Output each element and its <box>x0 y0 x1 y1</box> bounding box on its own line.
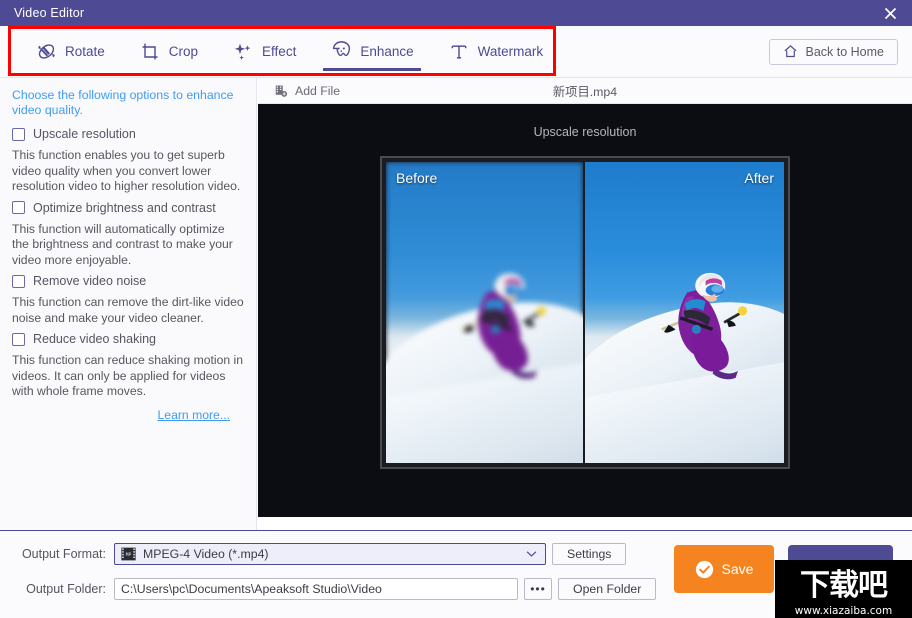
tab-crop-label: Crop <box>169 44 198 59</box>
learn-more-container: Learn more... <box>12 406 244 424</box>
close-icon <box>884 7 897 20</box>
before-image <box>386 162 583 463</box>
after-image <box>585 162 784 463</box>
option-label-reduce-video-shaking: Reduce video shaking <box>33 332 156 346</box>
option-description-reduce-video-shaking: This function can reduce shaking motion … <box>12 353 244 400</box>
checkbox-remove-video-noise[interactable] <box>12 275 25 288</box>
option-reduce-video-shaking[interactable]: Reduce video shaking <box>12 332 244 346</box>
option-remove-video-noise[interactable]: Remove video noise <box>12 274 244 288</box>
option-upscale-resolution[interactable]: Upscale resolution <box>12 127 244 141</box>
svg-text:MP: MP <box>126 552 132 558</box>
output-format-value: MPEG-4 Video (*.mp4) <box>143 547 269 561</box>
preview-pane-after: After <box>585 162 784 463</box>
output-format-select[interactable]: MP MPEG-4 Video (*.mp4) <box>114 543 546 565</box>
output-folder-value: C:\Users\pc\Documents\Apeaksoft Studio\V… <box>121 582 382 596</box>
option-label-remove-video-noise: Remove video noise <box>33 274 146 288</box>
enhance-options-panel: Choose the following options to enhance … <box>0 78 257 530</box>
tab-crop[interactable]: Crop <box>122 26 215 78</box>
after-label: After <box>744 170 774 186</box>
rotate-icon <box>35 41 57 63</box>
close-button[interactable] <box>868 0 912 26</box>
checkbox-optimize-brightness[interactable] <box>12 201 25 214</box>
tab-enhance-label: Enhance <box>360 44 413 59</box>
settings-label: Settings <box>567 547 611 561</box>
add-file-label: Add File <box>295 84 340 98</box>
open-folder-label: Open Folder <box>573 582 641 596</box>
checkbox-upscale-resolution[interactable] <box>12 128 25 141</box>
window-title: Video Editor <box>14 6 84 20</box>
tab-list: Rotate Crop <box>18 26 560 78</box>
bottom-bar: Output Format: MP <box>0 530 912 618</box>
output-format-label: Output Format: <box>14 547 106 561</box>
back-to-home-label: Back to Home <box>805 45 884 59</box>
tab-effect-label: Effect <box>262 44 296 59</box>
sparkle-icon <box>232 41 254 63</box>
tab-watermark-label: Watermark <box>478 44 544 59</box>
check-circle-icon <box>695 560 714 579</box>
editor-toolbar: Rotate Crop <box>0 26 912 78</box>
preview-area: Upscale resolution <box>258 104 912 517</box>
tab-rotate[interactable]: Rotate <box>18 26 122 78</box>
back-to-home-button[interactable]: Back to Home <box>769 39 898 65</box>
output-format-row: Output Format: MP <box>14 543 626 565</box>
save-label: Save <box>722 561 754 577</box>
title-bar: Video Editor <box>0 0 912 26</box>
save-button[interactable]: Save <box>674 545 774 593</box>
before-after-compare: Before <box>380 156 790 469</box>
skier-figure-before <box>441 228 555 415</box>
tab-rotate-label: Rotate <box>65 44 105 59</box>
output-folder-input[interactable]: C:\Users\pc\Documents\Apeaksoft Studio\V… <box>114 578 518 600</box>
output-folder-row: Output Folder: C:\Users\pc\Documents\Ape… <box>14 578 656 600</box>
preview-pane-before: Before <box>386 162 585 463</box>
option-description-remove-video-noise: This function can remove the dirt-like v… <box>12 295 244 326</box>
current-file-name: 新项目.mp4 <box>258 82 912 100</box>
option-optimize-brightness[interactable]: Optimize brightness and contrast <box>12 201 244 215</box>
browse-folder-label: ••• <box>530 582 546 596</box>
preview-title: Upscale resolution <box>258 104 912 139</box>
settings-button[interactable]: Settings <box>552 543 626 565</box>
tab-effect[interactable]: Effect <box>215 26 313 78</box>
learn-more-link[interactable]: Learn more... <box>158 408 230 422</box>
chevron-down-icon <box>526 551 537 558</box>
checkbox-reduce-video-shaking[interactable] <box>12 333 25 346</box>
add-film-icon <box>274 84 288 98</box>
mask-icon <box>330 41 352 63</box>
browse-folder-button[interactable]: ••• <box>524 578 552 600</box>
panel-hint-text: Choose the following options to enhance … <box>12 88 244 118</box>
option-label-upscale-resolution: Upscale resolution <box>33 127 136 141</box>
tab-watermark[interactable]: Watermark <box>431 26 561 78</box>
convert-button[interactable]: Convert <box>788 545 893 593</box>
option-label-optimize-brightness: Optimize brightness and contrast <box>33 201 216 215</box>
add-file-button[interactable]: Add File <box>274 84 340 98</box>
crop-icon <box>139 41 161 63</box>
video-editor-window: Video Editor <box>0 0 912 618</box>
output-folder-label: Output Folder: <box>14 582 106 596</box>
skier-figure-after <box>641 228 756 415</box>
mpeg-film-icon: MP <box>121 547 136 561</box>
text-t-icon <box>448 41 470 63</box>
before-label: Before <box>396 170 437 186</box>
option-description-upscale-resolution: This function enables you to get superb … <box>12 148 244 195</box>
open-folder-button[interactable]: Open Folder <box>558 578 656 600</box>
home-icon <box>783 44 798 59</box>
convert-label: Convert <box>816 561 865 577</box>
option-description-optimize-brightness: This function will automatically optimiz… <box>12 222 244 269</box>
file-bar: 新项目.mp4 Add File <box>258 78 912 104</box>
tab-enhance[interactable]: Enhance <box>313 26 430 78</box>
